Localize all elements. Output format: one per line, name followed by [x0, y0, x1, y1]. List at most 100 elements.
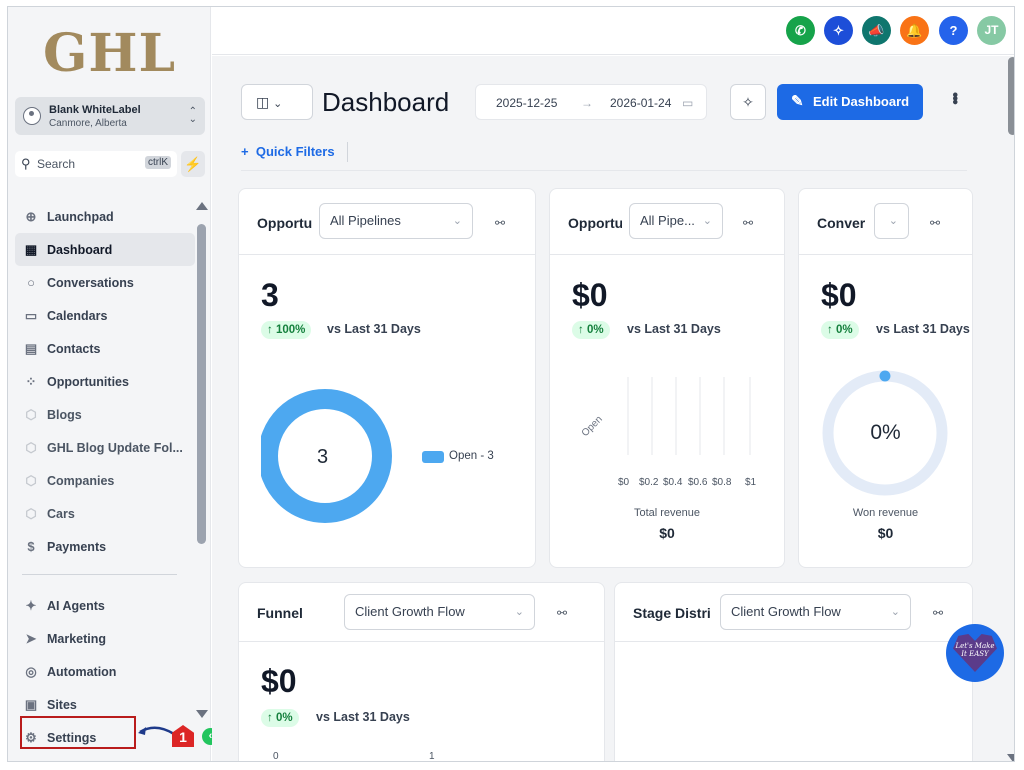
date-end: 2026-01-24	[610, 96, 672, 110]
sidebar-item-ghl-blog-update[interactable]: ⬡ GHL Blog Update Fol...	[15, 431, 195, 464]
sidebar-item-opportunities[interactable]: ⁘ Opportunities	[15, 365, 195, 398]
sidebar-item-marketing[interactable]: ➤ Marketing	[15, 622, 195, 655]
account-avatar-icon	[23, 107, 41, 125]
payments-icon: $	[27, 538, 35, 554]
calendar-icon: ▭	[24, 307, 38, 323]
cube-icon: ⬡	[25, 505, 37, 521]
card-header: Funnel Client Growth Flow ⌄ ⚯	[239, 583, 604, 642]
x-tick-label: $0.2	[639, 477, 659, 488]
footer-value: $0	[659, 525, 675, 541]
main-scroll-thumb[interactable]	[1008, 57, 1014, 135]
x-tick-label: $0.8	[712, 477, 732, 488]
layout-toggle-button[interactable]: ◫ ⌄	[241, 84, 313, 120]
conversion-card: Conver ⌄ ⚯ $0 ↑ 0% vs Last 31 Days 0% Wo…	[798, 188, 973, 568]
card-header: Opportu All Pipelines ⌄ ⚯	[239, 189, 535, 255]
funnel-select[interactable]: Client Growth Flow ⌄	[720, 594, 911, 630]
funnel-card: Funnel Client Growth Flow ⌄ ⚯ $0 ↑ 0% vs …	[238, 582, 605, 762]
main-scroll-down-arrow-icon[interactable]	[1007, 754, 1014, 761]
pipeline-select[interactable]: All Pipe... ⌄	[629, 203, 723, 239]
sidebar-item-blogs[interactable]: ⬡ Blogs	[15, 398, 195, 431]
cube-icon: ⬡	[25, 406, 37, 422]
sidebar-item-automation[interactable]: ◎ Automation	[15, 655, 195, 688]
help-button[interactable]: ?	[939, 16, 968, 45]
comparison-label: vs Last 31 Days	[316, 710, 410, 724]
edit-dashboard-label: Edit Dashboard	[813, 94, 910, 109]
phone-icon[interactable]: ✆	[786, 16, 815, 45]
sidebar-item-ai-agents[interactable]: ✦ AI Agents	[15, 589, 195, 622]
chevron-down-icon: ⌄	[890, 606, 900, 618]
funnel-select[interactable]: Client Growth Flow ⌄	[344, 594, 535, 630]
sidebar-item-payments[interactable]: $ Payments	[15, 530, 195, 563]
sidebar-item-dashboard[interactable]: ▦ Dashboard	[15, 233, 195, 266]
chevron-down-icon: ⌄	[452, 215, 462, 227]
card-title: Conver	[817, 215, 866, 231]
sidebar-item-label: Opportunities	[47, 374, 129, 389]
sidebar-item-label: Companies	[47, 473, 115, 488]
account-switcher[interactable]: Blank WhiteLabel Canmore, Alberta ⌃ ⌄	[15, 97, 205, 135]
filter-settings-icon[interactable]: ⚯	[557, 606, 567, 620]
sidebar-item-label: Launchpad	[47, 209, 114, 224]
opportunities-count-card: Opportu All Pipelines ⌄ ⚯ 3 ↑ 100% vs Las…	[238, 188, 536, 568]
send-icon: ➤	[25, 630, 37, 646]
sidebar-item-contacts[interactable]: ▤ Contacts	[15, 332, 195, 365]
comparison-label: vs Last 31 Days	[327, 322, 421, 336]
rocket-icon: ⊕	[25, 208, 37, 224]
pipeline-select[interactable]: All Pipelines ⌄	[319, 203, 473, 239]
filter-settings-icon[interactable]: ⚯	[930, 216, 940, 230]
scroll-up-arrow-icon[interactable]	[196, 202, 208, 210]
sidebar-item-label: Marketing	[47, 631, 107, 646]
sidebar-scroll-thumb[interactable]	[197, 224, 206, 544]
date-range-picker[interactable]: 2025-12-25 → 2026-01-24 ▭	[475, 84, 707, 120]
card-header: Stage Distri Client Growth Flow ⌄ ⚯	[615, 583, 972, 642]
arrow-right-icon: →	[581, 96, 593, 110]
annotation-arrow-icon	[138, 726, 175, 736]
contacts-icon: ▤	[24, 340, 38, 356]
sidebar-item-launchpad[interactable]: ⊕ Launchpad	[15, 200, 195, 233]
settings-highlight-annotation	[20, 716, 136, 749]
search-shortcut: ctrlK	[145, 156, 171, 169]
axis-tick-label: 0	[273, 751, 279, 762]
x-tick-label: $0.6	[688, 477, 708, 488]
cube-icon: ⬡	[25, 439, 37, 455]
sidebar-divider	[22, 574, 177, 575]
change-badge: ↑ 0%	[572, 321, 610, 339]
bell-icon[interactable]: 🔔	[900, 16, 929, 45]
footer-value: $0	[877, 525, 894, 541]
quick-filters-button[interactable]: + Quick Filters	[241, 144, 335, 159]
opportunities-icon: ⁘	[25, 373, 37, 389]
sidebar-item-label: Blogs	[47, 407, 82, 422]
pipeline-select-value: All Pipelines	[330, 213, 401, 228]
quick-action-bolt-icon[interactable]: ⚡	[181, 151, 205, 177]
chat-widget-button[interactable]: Let's Make It EASY	[946, 624, 1004, 682]
edit-dashboard-button[interactable]: ✎ Edit Dashboard	[777, 84, 923, 120]
pipeline-select[interactable]: ⌄	[874, 203, 909, 239]
brand-logo: GHL	[43, 23, 177, 84]
sidebar-scrollbar[interactable]	[196, 202, 208, 722]
chat-icon: ○	[27, 274, 35, 290]
legend-label-open: Open - 3	[449, 450, 494, 462]
sidebar-item-label: Conversations	[47, 275, 134, 290]
sidebar-item-label: Calendars	[47, 308, 108, 323]
filter-settings-icon[interactable]: ⚯	[743, 216, 753, 230]
user-avatar[interactable]: JT	[977, 16, 1006, 45]
sidebar-item-cars[interactable]: ⬡ Cars	[15, 497, 195, 530]
sidebar-item-companies[interactable]: ⬡ Companies	[15, 464, 195, 497]
change-badge: ↑ 0%	[821, 321, 859, 339]
scroll-down-arrow-icon[interactable]	[196, 710, 208, 718]
ai-magic-button[interactable]: ✧	[730, 84, 766, 120]
card-header: Conver ⌄ ⚯	[799, 189, 972, 255]
megaphone-icon[interactable]: 📣	[862, 16, 891, 45]
ai-sparkle-icon[interactable]: ✧	[824, 16, 853, 45]
filter-settings-icon[interactable]: ⚯	[495, 216, 505, 230]
x-tick-label: $0.4	[663, 477, 683, 488]
x-tick-label: $1	[745, 477, 757, 488]
more-options-icon[interactable]: •••	[945, 92, 963, 103]
filter-settings-icon[interactable]: ⚯	[933, 606, 943, 620]
metric-value: $0	[261, 663, 297, 699]
sidebar-item-label: GHL Blog Update Fol...	[47, 440, 183, 455]
dashboard-main: ◫ ⌄ Dashboard 2025-12-25 → 2026-01-24 ▭ …	[212, 56, 1014, 761]
sidebar-item-calendars[interactable]: ▭ Calendars	[15, 299, 195, 332]
metric-value: $0	[572, 277, 608, 313]
search-input[interactable]: ⚲ Search ctrlK	[15, 151, 177, 177]
sidebar-item-conversations[interactable]: ○ Conversations	[15, 266, 195, 299]
